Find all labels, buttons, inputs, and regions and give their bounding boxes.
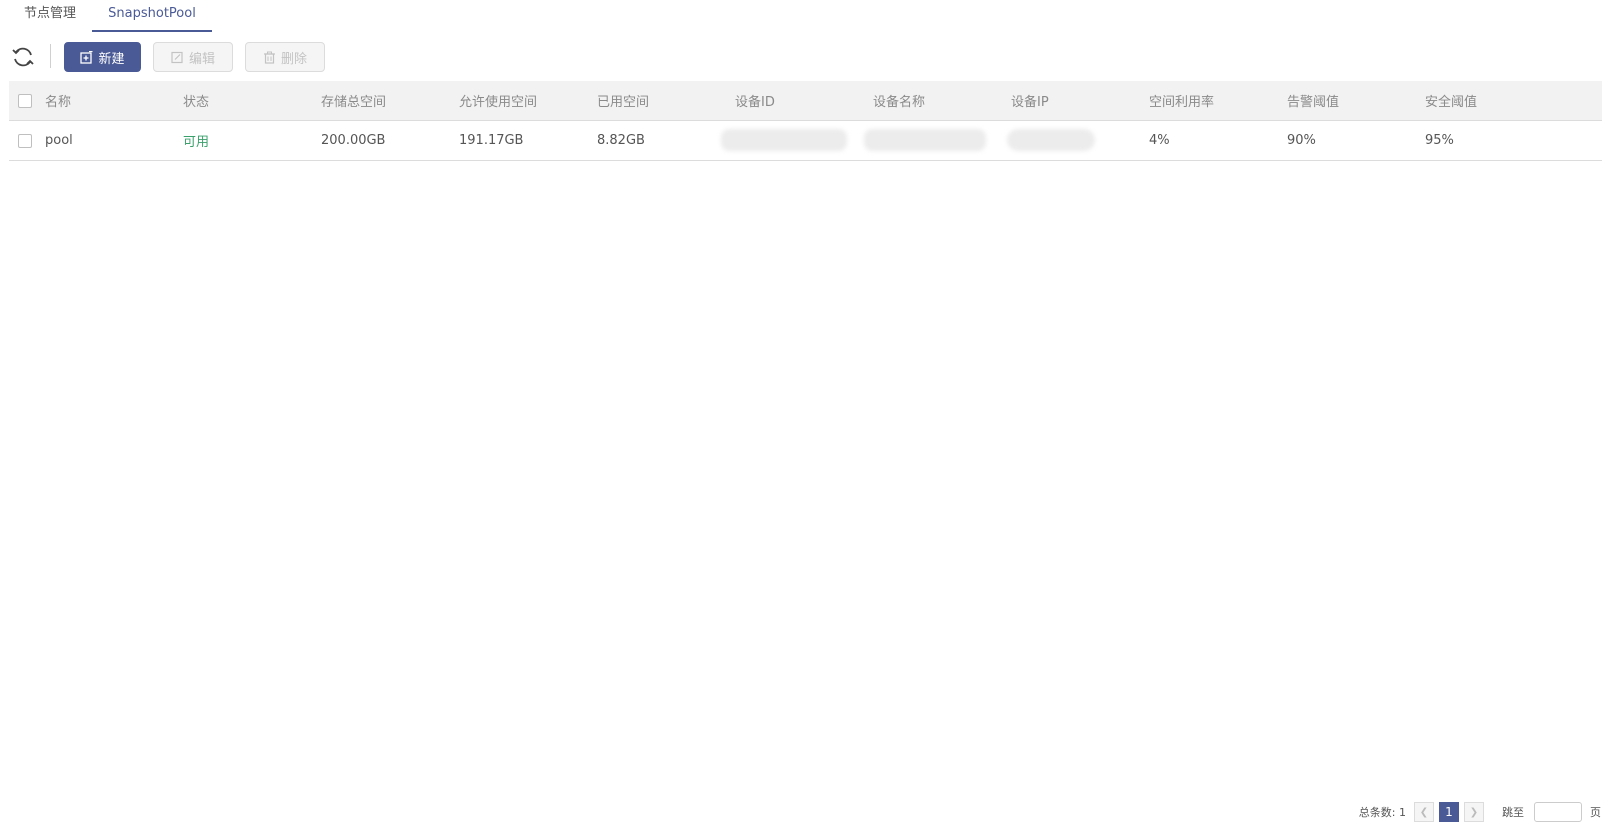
cell-allowed-space: 191.17GB [459,133,524,148]
cell-used-space: 8.82GB [597,133,645,148]
delete-button[interactable]: 删除 [245,42,325,72]
column-header-usage-rate[interactable]: 空间利用率 [1149,81,1214,120]
add-icon [80,50,93,64]
column-header-name[interactable]: 名称 [45,81,71,120]
column-header-device-ip[interactable]: 设备IP [1011,81,1049,120]
edit-button-label: 编辑 [188,51,215,67]
row-select-cell [18,121,32,160]
table-row[interactable]: pool 可用 200.00GB 191.17GB 8.82GB 4% 90% … [9,121,1602,161]
cell-device-name-redacted [864,129,986,151]
cell-name: pool [45,133,73,148]
row-checkbox[interactable] [18,133,32,148]
delete-button-label: 删除 [280,51,307,67]
column-header-allowed-space[interactable]: 允许使用空间 [459,81,537,120]
table-header: 名称 状态 存储总空间 允许使用空间 已用空间 设备ID 设备名称 设备IP 空… [9,81,1602,121]
tab-snapshot-pool[interactable]: SnapshotPool [92,0,212,32]
toolbar-divider [50,44,51,68]
cell-safe-threshold: 95% [1425,133,1454,148]
snapshot-pool-table: 名称 状态 存储总空间 允许使用空间 已用空间 设备ID 设备名称 设备IP 空… [9,81,1602,161]
refresh-icon[interactable] [10,44,36,70]
column-header-device-name[interactable]: 设备名称 [873,81,925,120]
select-all-checkbox[interactable] [18,93,32,108]
total-count: 总条数: 1 [1358,806,1406,819]
column-header-safe-threshold[interactable]: 安全阈值 [1425,81,1477,120]
cell-alarm-threshold: 90% [1287,133,1316,148]
next-page-button[interactable]: ❯ [1464,802,1484,822]
new-button-label: 新建 [98,51,125,67]
toolbar: 新建 编辑 删除 [0,40,400,72]
column-header-alarm-threshold[interactable]: 告警阈值 [1287,81,1339,120]
column-header-total-space[interactable]: 存储总空间 [321,81,386,120]
cell-status: 可用 [183,135,210,150]
cell-usage-rate: 4% [1149,133,1170,148]
tab-node-management[interactable]: 节点管理 [24,0,76,32]
edit-button[interactable]: 编辑 [153,42,233,72]
column-header-used-space[interactable]: 已用空间 [597,81,649,120]
trash-icon [263,51,276,64]
jump-label: 跳至 [1502,806,1524,819]
pagination: 总条数: 1 ❮ 1 ❯ 跳至 页 [1359,802,1601,822]
page-unit-label: 页 [1590,806,1601,819]
page-number-current[interactable]: 1 [1439,802,1459,822]
cell-device-id-redacted [721,129,847,151]
edit-icon [171,51,184,64]
cell-device-ip-redacted [1007,129,1095,151]
cell-total-space: 200.00GB [321,133,386,148]
new-button[interactable]: 新建 [64,42,141,72]
chevron-right-icon: ❯ [1469,806,1479,818]
prev-page-button[interactable]: ❮ [1414,802,1434,822]
select-all-cell [18,81,32,120]
column-header-status[interactable]: 状态 [183,81,209,120]
column-header-device-id[interactable]: 设备ID [735,81,775,120]
chevron-left-icon: ❮ [1419,806,1429,818]
jump-page-input[interactable] [1534,802,1582,822]
tab-bar: 节点管理 SnapshotPool [0,0,1611,33]
